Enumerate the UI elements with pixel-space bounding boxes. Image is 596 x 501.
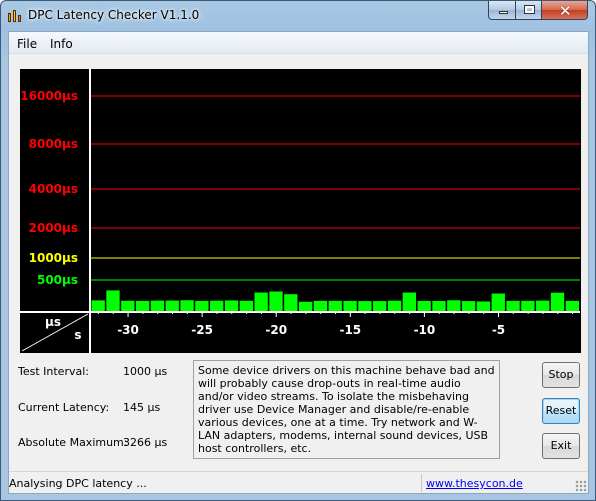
x-tick-label: -10 bbox=[414, 323, 436, 337]
menu-info[interactable]: Info bbox=[50, 37, 73, 51]
latency-bar bbox=[373, 301, 387, 311]
latency-bar bbox=[565, 300, 579, 311]
latency-bar bbox=[476, 301, 491, 311]
reset-button[interactable]: Reset bbox=[542, 398, 580, 424]
menu-bar: File Info bbox=[9, 32, 588, 54]
latency-bar bbox=[165, 300, 179, 311]
y-tick-label: 1000µs bbox=[29, 251, 78, 265]
y-tick-label: 2000µs bbox=[29, 221, 78, 235]
x-tick-label: -5 bbox=[492, 323, 505, 337]
app-window: DPC Latency Checker V1.1.0 ✕ File Info 1… bbox=[0, 0, 596, 501]
x-tick-label: -30 bbox=[117, 323, 139, 337]
latency-bar bbox=[106, 290, 120, 311]
menu-file[interactable]: File bbox=[17, 37, 37, 51]
latency-bar bbox=[224, 300, 239, 311]
latency-bar bbox=[343, 300, 357, 311]
title-bar[interactable]: DPC Latency Checker V1.1.0 ✕ bbox=[1, 1, 595, 31]
app-icon bbox=[7, 7, 23, 23]
minimize-button[interactable] bbox=[488, 1, 516, 20]
absolute-maximum-label: Absolute Maximum: bbox=[18, 436, 128, 449]
latency-bar bbox=[210, 300, 224, 311]
latency-bar bbox=[402, 292, 416, 311]
latency-bar bbox=[195, 300, 209, 311]
latency-bar bbox=[254, 292, 268, 311]
absolute-maximum-value: 3266 µs bbox=[123, 436, 168, 449]
latency-bar bbox=[135, 300, 150, 311]
latency-bar bbox=[298, 301, 313, 311]
latency-bar bbox=[550, 292, 565, 311]
status-text: Analysing DPC latency ... bbox=[9, 477, 147, 490]
maximize-icon bbox=[524, 5, 535, 14]
latency-bar bbox=[284, 294, 298, 311]
x-tick-label: -20 bbox=[265, 323, 287, 337]
status-bar: Analysing DPC latency ... www.thesycon.d… bbox=[9, 471, 588, 493]
resize-grip-icon[interactable] bbox=[575, 480, 587, 492]
latency-bar bbox=[150, 300, 165, 311]
latency-bar bbox=[521, 300, 535, 311]
latency-bar bbox=[461, 301, 476, 311]
latency-bar bbox=[432, 301, 446, 311]
y-tick-label: 8000µs bbox=[29, 137, 78, 151]
x-unit-label: s bbox=[74, 328, 81, 342]
website-link[interactable]: www.thesycon.de bbox=[426, 477, 523, 490]
test-interval-label: Test Interval: bbox=[18, 365, 89, 378]
latency-bar bbox=[239, 300, 253, 311]
current-latency-value: 145 µs bbox=[123, 401, 161, 414]
latency-bar bbox=[417, 300, 431, 311]
y-tick-label: 16000µs bbox=[20, 89, 78, 103]
stop-button[interactable]: Stop bbox=[542, 362, 580, 388]
minimize-icon bbox=[499, 11, 508, 14]
current-latency-label: Current Latency: bbox=[18, 401, 110, 414]
client-area: File Info 16000µs 8000µs 4000µs 2000µs 1000µ… bbox=[8, 31, 589, 494]
latency-bar bbox=[506, 300, 520, 311]
latency-bar bbox=[387, 300, 402, 311]
maximize-button[interactable] bbox=[515, 1, 542, 20]
latency-bar bbox=[180, 300, 194, 311]
latency-bar bbox=[328, 300, 342, 311]
latency-bar bbox=[91, 300, 105, 311]
close-button[interactable]: ✕ bbox=[541, 1, 588, 20]
latency-bar bbox=[447, 300, 461, 311]
latency-bar bbox=[491, 293, 505, 311]
latency-bar bbox=[536, 300, 550, 311]
description-text: Some device drivers on this machine beha… bbox=[193, 360, 500, 459]
x-tick-label: -15 bbox=[339, 323, 361, 337]
latency-bar bbox=[121, 300, 135, 311]
exit-button[interactable]: Exit bbox=[542, 433, 580, 459]
latency-bar bbox=[313, 300, 328, 311]
test-interval-value: 1000 µs bbox=[123, 365, 168, 378]
latency-chart: 16000µs 8000µs 4000µs 2000µs 1000µs 500µs µs s -… bbox=[20, 69, 581, 353]
x-tick-label: -25 bbox=[191, 323, 213, 337]
y-tick-label: 4000µs bbox=[29, 182, 78, 196]
window-title: DPC Latency Checker V1.1.0 bbox=[28, 8, 200, 22]
close-icon: ✕ bbox=[559, 2, 572, 20]
latency-bar bbox=[358, 301, 372, 311]
status-separator bbox=[421, 474, 422, 492]
latency-bar bbox=[269, 291, 283, 311]
y-tick-label: 500µs bbox=[37, 273, 78, 287]
y-unit-label: µs bbox=[45, 315, 61, 329]
